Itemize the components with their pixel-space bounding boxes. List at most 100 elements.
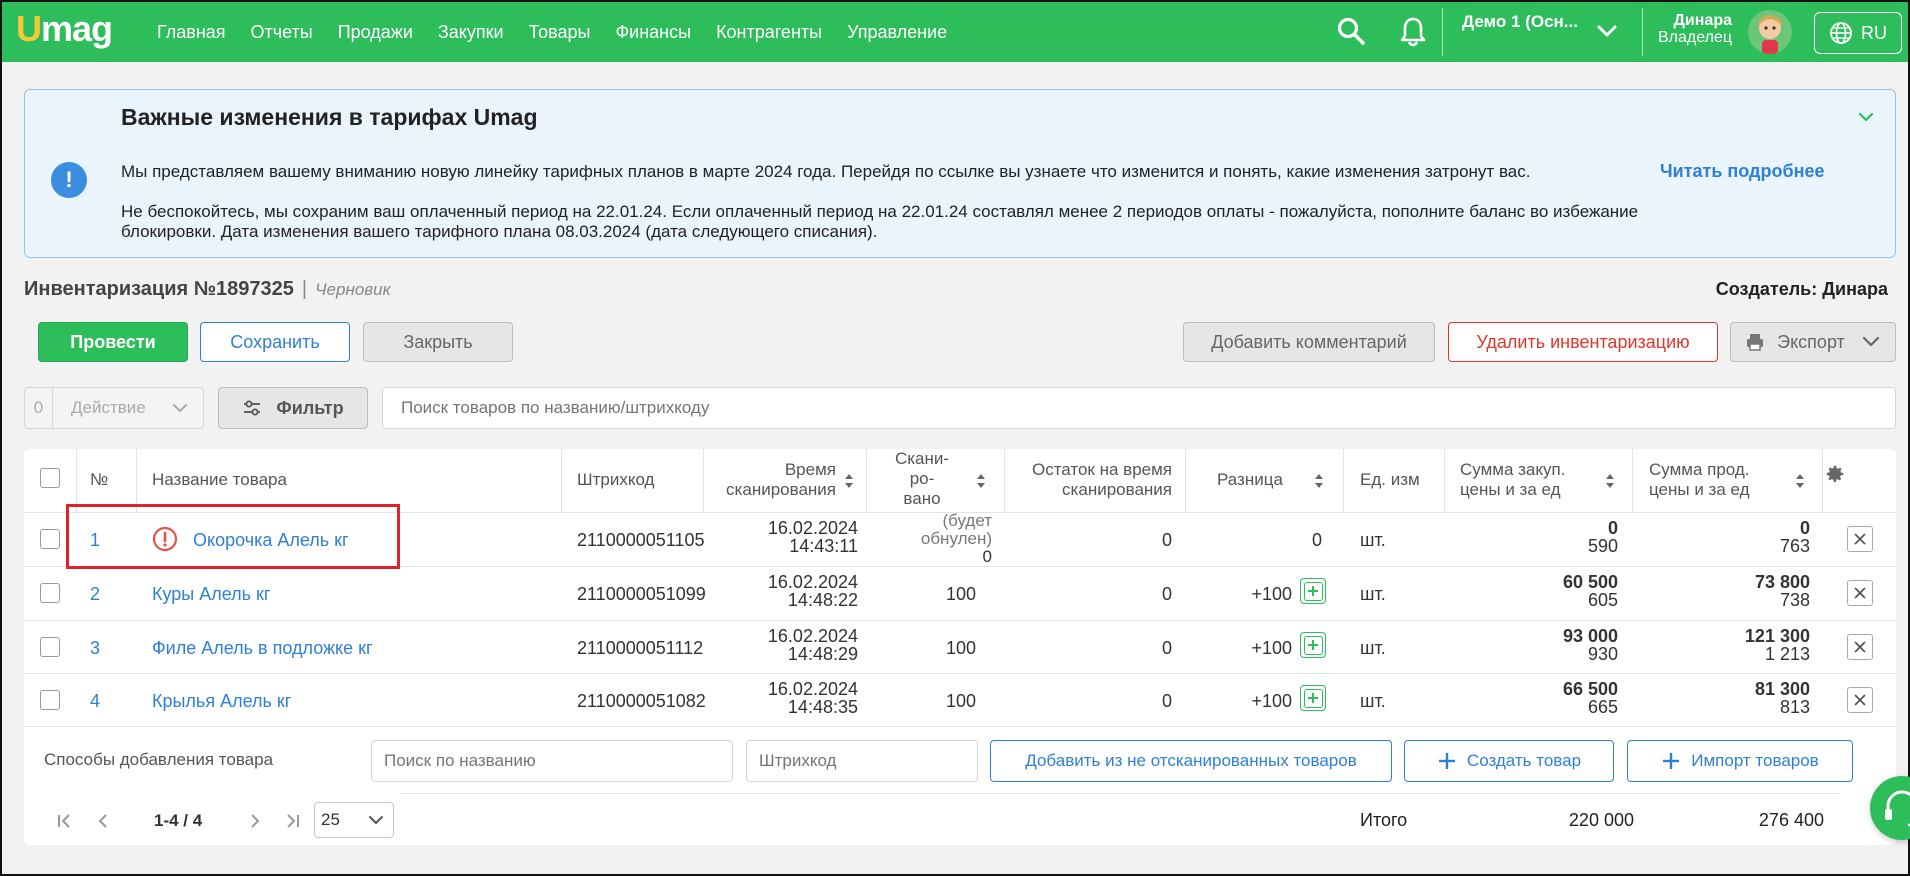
select-all-checkbox[interactable] [40, 468, 60, 488]
column-header-name[interactable]: Название товара [152, 470, 287, 490]
delete-row-button[interactable] [1847, 687, 1873, 713]
tariff-notice-banner: ! Важные изменения в тарифах Umag Мы пре… [24, 89, 1896, 258]
plus-icon [1308, 693, 1318, 703]
last-page-icon[interactable] [283, 812, 301, 830]
sort-icon[interactable] [1795, 473, 1805, 489]
stock-quantity: 0 [1161, 584, 1172, 604]
row-number[interactable]: 2 [90, 584, 100, 605]
conduct-button[interactable]: Провести [38, 322, 188, 362]
divider [24, 673, 1896, 674]
search-icon[interactable] [1336, 16, 1366, 46]
filter-label: Фильтр [276, 397, 344, 418]
purchase-sum: 93 000 930 [1562, 626, 1618, 664]
notifications-bell-icon[interactable] [1398, 16, 1428, 48]
gear-icon[interactable] [1824, 463, 1846, 485]
name-search-input[interactable] [371, 740, 733, 782]
close-button[interactable]: Закрыть [363, 322, 513, 362]
filter-button[interactable]: Фильтр [218, 387, 368, 429]
save-button[interactable]: Сохранить [200, 322, 350, 362]
read-more-link[interactable]: Читать подробнее [1660, 161, 1824, 182]
umag-logo[interactable]: Umag [16, 8, 113, 50]
topbar-divider [1442, 8, 1443, 56]
nav-item-management[interactable]: Управление [847, 22, 947, 43]
bulk-action-select[interactable]: 0 Действие [24, 387, 204, 429]
column-header-difference[interactable]: Разница [1217, 470, 1283, 490]
column-header-number: № [90, 470, 109, 489]
chevron-down-icon [173, 404, 187, 412]
user-info[interactable]: Динара Владелец [1656, 12, 1732, 46]
column-header-scanned[interactable]: Скани- ро- вано [882, 449, 962, 509]
page-size-select[interactable]: 25 [314, 802, 394, 838]
sort-icon[interactable] [976, 473, 986, 489]
row-checkbox[interactable] [40, 583, 60, 603]
barcode: 2110000051112 [577, 638, 704, 658]
column-header-stock: Остаток на время сканирования [1031, 460, 1172, 499]
unit: шт. [1360, 584, 1386, 604]
previous-page-icon[interactable] [94, 812, 112, 830]
import-products-button[interactable]: Импорт товаров [1627, 740, 1853, 782]
column-header-barcode: Штрихкод [577, 470, 655, 489]
add-methods-label: Способы добавления товара [44, 750, 274, 769]
notice-title: Важные изменения в тарифах Umag [121, 104, 538, 130]
row-number[interactable]: 4 [90, 691, 100, 712]
divider [24, 620, 1896, 621]
product-name-link[interactable]: Крылья Алель кг [152, 691, 291, 712]
language-selector[interactable]: RU [1814, 12, 1902, 54]
row-checkbox[interactable] [40, 637, 60, 657]
plus-icon [1663, 753, 1680, 769]
column-header-sale-sum[interactable]: Сумма прод. цены и за ед [1649, 460, 1750, 500]
document-status: Черновик [315, 280, 391, 299]
nav-item-reports[interactable]: Отчеты [251, 22, 313, 43]
product-name-link[interactable]: Филе Алель в подложке кг [152, 638, 373, 659]
scan-datetime: 16.02.2024 14:48:29 [767, 626, 858, 664]
add-unscanned-button[interactable]: Добавить из не отсканированных товаров [990, 740, 1392, 782]
nav-item-purchases[interactable]: Закупки [438, 22, 504, 43]
add-comment-button[interactable]: Добавить комментарий [1183, 322, 1435, 362]
add-difference-button[interactable] [1300, 578, 1326, 604]
delete-row-button[interactable] [1847, 526, 1873, 552]
product-search-input[interactable] [382, 387, 1896, 429]
delete-row-button[interactable] [1847, 634, 1873, 660]
barcode-input[interactable] [746, 740, 978, 782]
chevron-down-icon [1862, 336, 1879, 347]
product-name-link[interactable]: Куры Алель кг [152, 584, 270, 605]
sale-sum: 0 763 [1779, 518, 1810, 556]
nav-item-home[interactable]: Главная [157, 22, 226, 43]
support-chat-button[interactable] [1870, 776, 1910, 840]
nav-item-counterparties[interactable]: Контрагенты [716, 22, 822, 43]
add-difference-button[interactable] [1300, 632, 1326, 658]
document-title: Инвентаризация №1897325 [24, 278, 294, 300]
create-product-button[interactable]: Создать товар [1404, 740, 1614, 782]
barcode: 2110000051082 [577, 691, 706, 711]
sort-icon[interactable] [1605, 473, 1615, 489]
highlight-box [66, 504, 400, 569]
main-nav: Главная Отчеты Продажи Закупки Товары Фи… [157, 2, 947, 62]
delete-row-button[interactable] [1847, 580, 1873, 606]
add-difference-button[interactable] [1300, 685, 1326, 711]
nav-item-products[interactable]: Товары [529, 22, 591, 43]
delete-inventory-button[interactable]: Удалить инвентаризацию [1448, 322, 1718, 362]
row-checkbox[interactable] [40, 529, 60, 549]
first-page-icon[interactable] [56, 812, 74, 830]
nav-item-finance[interactable]: Финансы [615, 22, 691, 43]
headset-icon [1885, 790, 1910, 827]
nav-item-sales[interactable]: Продажи [338, 22, 413, 43]
export-button[interactable]: Экспорт [1730, 322, 1896, 362]
column-header-scan-time[interactable]: Время сканирования [702, 460, 836, 500]
row-checkbox[interactable] [40, 690, 60, 710]
stock-quantity: 0 [1161, 691, 1172, 711]
printer-icon [1747, 334, 1764, 351]
divider [400, 793, 1840, 794]
row-number[interactable]: 3 [90, 638, 100, 659]
avatar[interactable] [1748, 10, 1792, 54]
sort-icon[interactable] [844, 473, 854, 489]
chevron-down-icon[interactable] [1596, 20, 1618, 42]
globe-icon [1830, 22, 1852, 44]
collapse-chevron-icon[interactable] [1857, 108, 1875, 126]
sort-icon[interactable] [1314, 473, 1324, 489]
next-page-icon[interactable] [246, 812, 264, 830]
purchase-sum: 0 590 [1587, 518, 1618, 556]
action-label: Действие [71, 398, 146, 417]
column-header-purchase-sum[interactable]: Сумма закуп. цены и за ед [1460, 460, 1565, 500]
user-name: Динара [1673, 12, 1732, 29]
